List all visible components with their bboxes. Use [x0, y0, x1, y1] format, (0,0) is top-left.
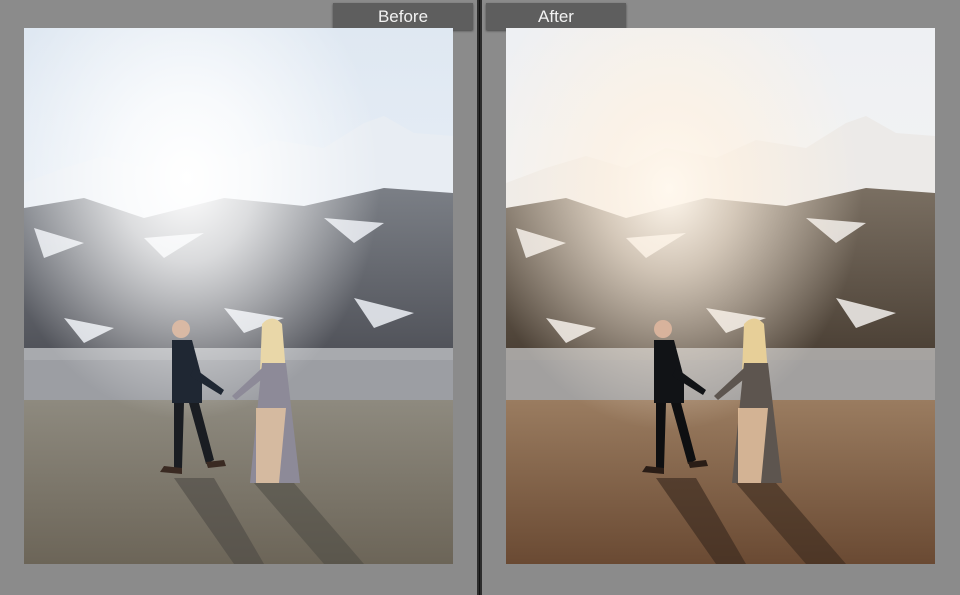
- after-label: After: [486, 3, 626, 30]
- before-photo: [24, 28, 453, 564]
- before-pane: Before: [0, 0, 477, 595]
- before-label: Before: [333, 3, 473, 30]
- after-photo: [506, 28, 935, 564]
- after-pane: After: [482, 0, 960, 595]
